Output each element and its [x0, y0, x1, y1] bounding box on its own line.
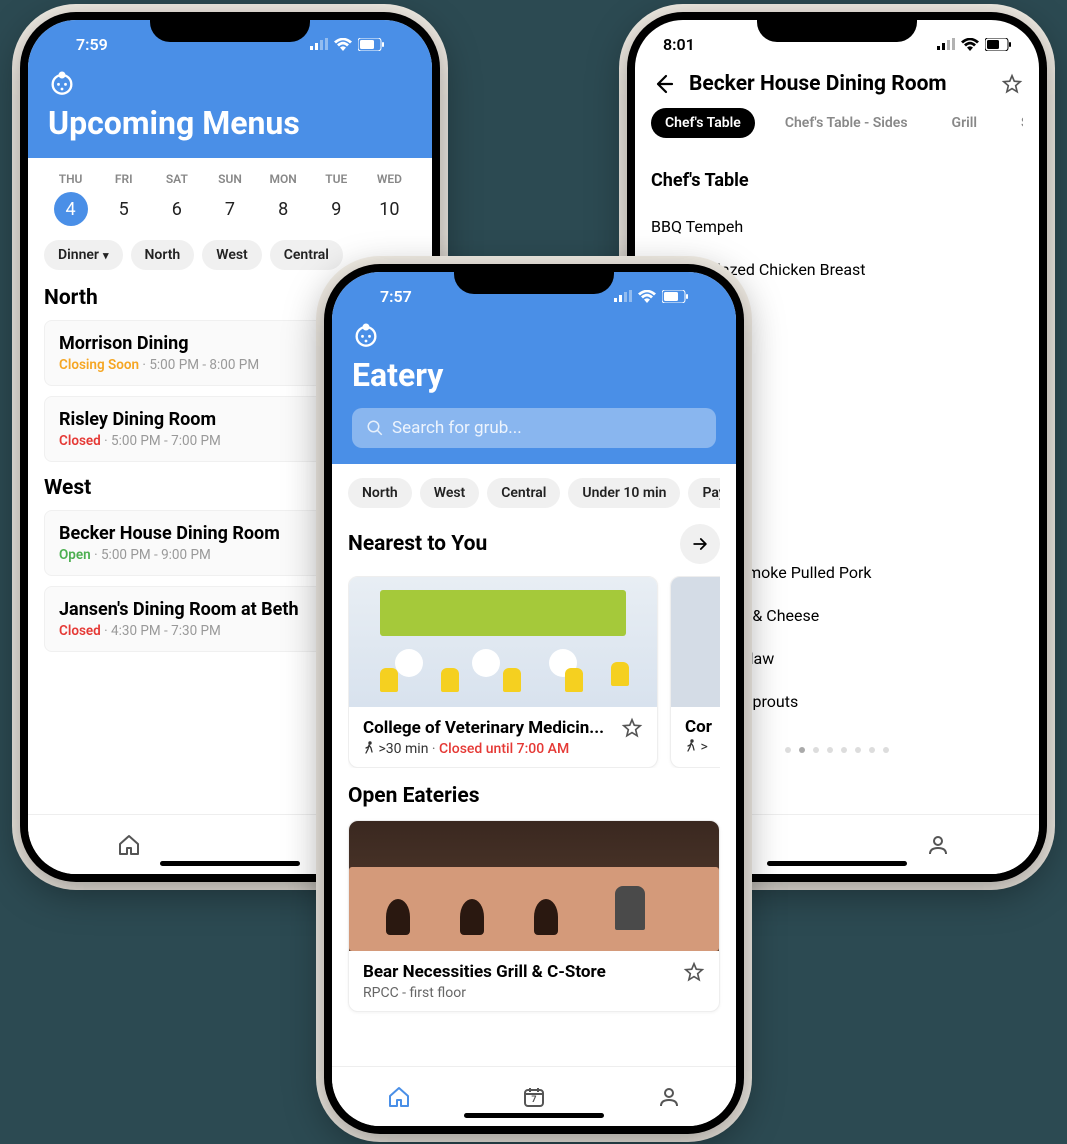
- nearest-card-vet[interactable]: College of Veterinary Medicin... >30 min…: [348, 576, 658, 768]
- home-indicator[interactable]: [767, 861, 907, 866]
- walk-icon: [363, 741, 375, 755]
- eatery-image: [349, 821, 719, 951]
- signal-icon: [310, 38, 328, 50]
- nearest-arrow-button[interactable]: [680, 524, 720, 564]
- nearest-title: Nearest to You: [348, 532, 487, 556]
- detail-title: Becker House Dining Room: [689, 72, 987, 96]
- signal-icon: [937, 38, 955, 50]
- chip-west[interactable]: West: [202, 240, 262, 270]
- tab-home[interactable]: [385, 1083, 413, 1111]
- tab-grill[interactable]: Grill: [938, 108, 992, 138]
- app-logo-icon: [48, 68, 76, 96]
- battery-icon: [358, 38, 384, 51]
- arrow-right-icon: [690, 534, 710, 554]
- chip-under-10[interactable]: Under 10 min: [568, 478, 680, 508]
- chip-central[interactable]: Central: [270, 240, 343, 270]
- tab-chefs-table[interactable]: Chef's Table: [651, 108, 755, 138]
- notch: [757, 12, 917, 42]
- page-title: Upcoming Menus: [48, 104, 412, 142]
- menu-item[interactable]: BBQ Tempeh: [651, 205, 1023, 248]
- wifi-icon: [334, 38, 352, 51]
- tab-calendar[interactable]: 7: [520, 1083, 548, 1111]
- star-icon[interactable]: [621, 717, 643, 739]
- tab-home[interactable]: [115, 831, 143, 859]
- home-indicator[interactable]: [160, 861, 300, 866]
- battery-icon: [985, 38, 1011, 51]
- signal-icon: [614, 290, 632, 302]
- tab-chefs-table-sides[interactable]: Chef's Table - Sides: [771, 108, 922, 138]
- eatery-image: [671, 577, 720, 707]
- wifi-icon: [638, 290, 656, 303]
- nearest-card-next[interactable]: Cor >: [670, 576, 720, 768]
- notch: [150, 12, 310, 42]
- tab-salad[interactable]: Salad: [1007, 108, 1023, 138]
- status-time: 7:57: [380, 287, 412, 306]
- eatery-name: Bear Necessities Grill & C-Store: [363, 962, 606, 982]
- back-icon[interactable]: [651, 72, 675, 96]
- app-logo-icon: [352, 320, 380, 348]
- search-input[interactable]: Search for grub...: [352, 408, 716, 448]
- star-icon[interactable]: [1001, 73, 1023, 95]
- date-10[interactable]: 10: [363, 192, 416, 226]
- status-time: 7:59: [76, 35, 108, 54]
- date-8[interactable]: 8: [257, 192, 310, 226]
- chip-west[interactable]: West: [420, 478, 480, 508]
- page-title: Eatery: [352, 356, 716, 394]
- home-indicator[interactable]: [464, 1113, 604, 1118]
- eatery-sub: RPCC - first floor: [363, 985, 705, 1001]
- chip-central[interactable]: Central: [487, 478, 560, 508]
- open-card-bear[interactable]: Bear Necessities Grill & C-Store RPCC - …: [348, 820, 720, 1012]
- search-icon: [366, 419, 384, 437]
- profile-icon: [657, 1085, 681, 1109]
- status-time: 8:01: [663, 35, 695, 54]
- date-4[interactable]: 4: [44, 192, 97, 226]
- date-5[interactable]: 5: [97, 192, 150, 226]
- profile-icon: [926, 833, 950, 857]
- menu-section-title: Chef's Table: [651, 170, 1023, 191]
- chip-meal[interactable]: Dinner▾: [44, 240, 123, 270]
- open-eateries-title: Open Eateries: [348, 784, 720, 808]
- eatery-name: Cor: [685, 717, 712, 737]
- search-placeholder: Search for grub...: [392, 418, 522, 438]
- phone-eatery-home: 7:57 Eatery Search for grub... North Wes…: [324, 264, 744, 1134]
- eatery-image: [349, 577, 657, 707]
- tab-profile[interactable]: [924, 831, 952, 859]
- walk-icon: [685, 739, 697, 753]
- home-icon: [117, 833, 141, 857]
- date-9[interactable]: 9: [310, 192, 363, 226]
- star-icon[interactable]: [683, 961, 705, 983]
- wifi-icon: [961, 38, 979, 51]
- tab-profile[interactable]: [655, 1083, 683, 1111]
- chip-payment[interactable]: Payment: [688, 478, 720, 508]
- home-icon: [387, 1085, 411, 1109]
- chip-north[interactable]: North: [131, 240, 195, 270]
- chip-north[interactable]: North: [348, 478, 412, 508]
- chevron-down-icon: ▾: [103, 249, 109, 262]
- date-7[interactable]: 7: [203, 192, 256, 226]
- detail-tabs: Chef's Table Chef's Table - Sides Grill …: [651, 108, 1023, 138]
- date-6[interactable]: 6: [150, 192, 203, 226]
- weekday-row: THUFRISATSUNMONTUEWED: [44, 158, 416, 192]
- dates-row: 4 5 6 7 8 9 10: [44, 192, 416, 240]
- battery-icon: [662, 290, 688, 303]
- eatery-name: College of Veterinary Medicin...: [363, 718, 604, 738]
- notch: [454, 264, 614, 294]
